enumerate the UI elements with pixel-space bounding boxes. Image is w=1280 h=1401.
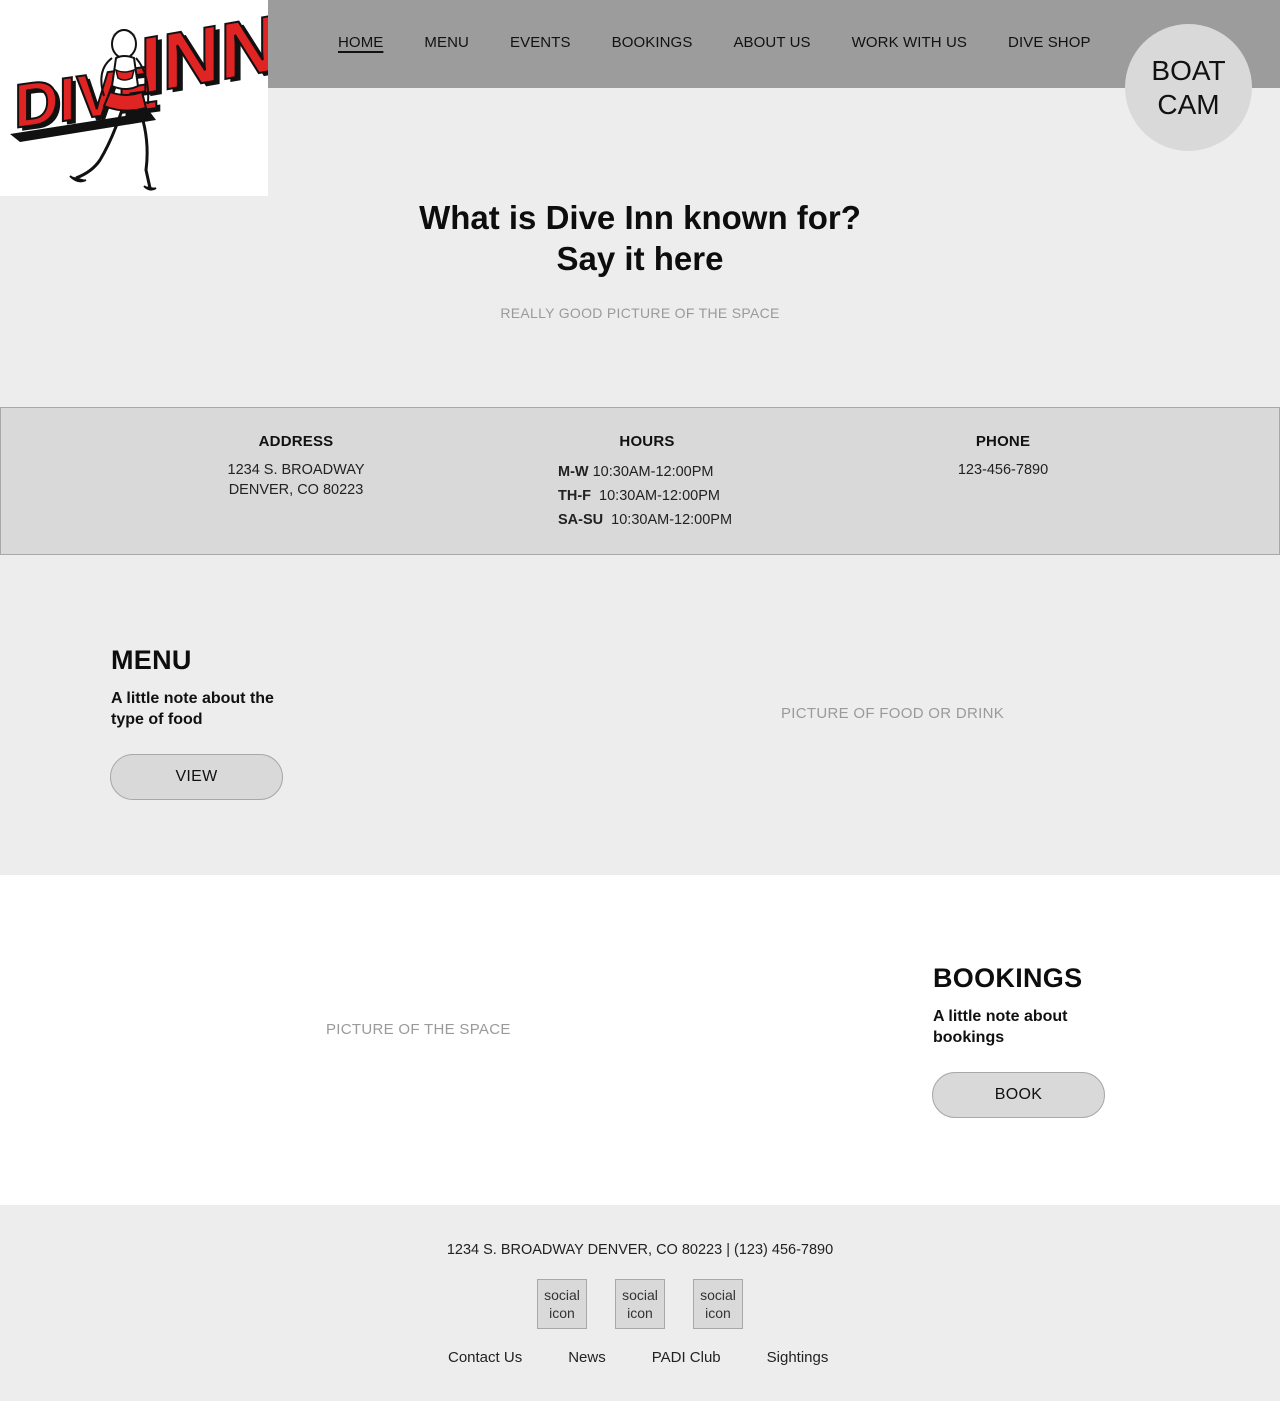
nav-link-events[interactable]: EVENTS [510, 34, 571, 51]
hours-time: 10:30AM-12:00PM [592, 464, 714, 480]
footer-links: Contact Us News PADI Club Sightings [448, 1349, 874, 1366]
social-icon-label-line2: icon [627, 1305, 653, 1321]
phone-block: PHONE 123-456-7890 [903, 433, 1103, 480]
nav-link-home[interactable]: HOME [338, 34, 383, 51]
nav-link-menu[interactable]: MENU [424, 34, 469, 51]
footer-link-contact-us[interactable]: Contact Us [448, 1349, 522, 1366]
social-icon-label-line2: icon [705, 1305, 731, 1321]
nav-link-bookings[interactable]: BOOKINGS [612, 34, 693, 51]
nav-link-work-with-us[interactable]: WORK WITH US [852, 34, 967, 51]
social-icon[interactable]: social icon [615, 1279, 665, 1329]
boat-cam-label-line2: CAM [1157, 88, 1220, 120]
social-icons: social icon social icon social icon [537, 1279, 771, 1329]
hours-time: 10:30AM-12:00PM [599, 488, 720, 504]
address-title: ADDRESS [258, 433, 334, 450]
address-block: ADDRESS 1234 S. BROADWAY DENVER, CO 8022… [196, 433, 396, 500]
view-menu-button[interactable]: VIEW [110, 754, 283, 800]
nav-link-dive-shop[interactable]: DIVE SHOP [1008, 34, 1091, 51]
social-icon-label-line2: icon [549, 1305, 575, 1321]
food-drink-image-placeholder: PICTURE OF FOOD OR DRINK [781, 705, 1005, 722]
footer-link-news[interactable]: News [568, 1349, 606, 1366]
info-strip: ADDRESS 1234 S. BROADWAY DENVER, CO 8022… [0, 407, 1280, 555]
dive-inn-logo-graphic: DIVE DIVE INN INN [10, 0, 268, 191]
address-line2: DENVER, CO 80223 [228, 482, 364, 498]
book-button[interactable]: BOOK [932, 1072, 1105, 1118]
phone-number[interactable]: 123-456-7890 [903, 460, 1103, 480]
bookings-note: A little note about bookings [933, 1008, 1068, 1046]
address-line1: 1234 S. BROADWAY [227, 462, 365, 478]
social-icon-label-line1: social [622, 1287, 658, 1303]
menu-note: A little note about the type of food [111, 690, 274, 728]
boat-cam-button[interactable]: BOAT CAM [1125, 24, 1252, 151]
bookings-title: BOOKINGS [933, 963, 1083, 993]
hero-heading-line2: Say it here [556, 240, 724, 277]
space-image-placeholder: PICTURE OF THE SPACE [326, 1021, 511, 1038]
main-nav: HOME MENU EVENTS BOOKINGS ABOUT US WORK … [338, 34, 1132, 51]
menu-title: MENU [111, 645, 192, 675]
hero-heading: What is Dive Inn known for? Say it here [0, 197, 1280, 279]
hours-days: M-W [558, 464, 589, 480]
hero-image-placeholder: REALLY GOOD PICTURE OF THE SPACE [500, 305, 780, 321]
footer-link-sightings[interactable]: Sightings [767, 1349, 829, 1366]
hours-days: SA-SU [558, 512, 604, 528]
social-icon-label-line1: social [544, 1287, 580, 1303]
phone-title: PHONE [975, 433, 1031, 450]
hours-title: HOURS [619, 433, 675, 450]
footer-link-padi-club[interactable]: PADI Club [652, 1349, 721, 1366]
social-icon-label-line1: social [700, 1287, 736, 1303]
menu-section: MENU A little note about the type of foo… [0, 555, 1280, 875]
boat-cam-label-line1: BOAT [1151, 54, 1226, 86]
hours-row: SA-SU 10:30AM-12:00PM [558, 508, 747, 532]
site-footer: 1234 S. BROADWAY DENVER, CO 80223 | (123… [0, 1205, 1280, 1401]
dive-inn-logo[interactable]: DIVE DIVE INN INN [0, 0, 268, 196]
hours-days: TH-F [558, 488, 592, 504]
hero-heading-line1: What is Dive Inn known for? [419, 199, 861, 236]
hours-row: M-W 10:30AM-12:00PM [558, 460, 747, 484]
hours-block: HOURS M-W 10:30AM-12:00PM TH-F 10:30AM-12… [547, 433, 747, 532]
bookings-section: PICTURE OF THE SPACE BOOKINGS A little n… [0, 875, 1280, 1205]
social-icon[interactable]: social icon [693, 1279, 743, 1329]
footer-address: 1234 S. BROADWAY DENVER, CO 80223 | (123… [446, 1242, 834, 1258]
hours-row: TH-F 10:30AM-12:00PM [558, 484, 747, 508]
social-icon[interactable]: social icon [537, 1279, 587, 1329]
hours-time: 10:30AM-12:00PM [611, 512, 733, 528]
nav-link-about-us[interactable]: ABOUT US [733, 34, 810, 51]
